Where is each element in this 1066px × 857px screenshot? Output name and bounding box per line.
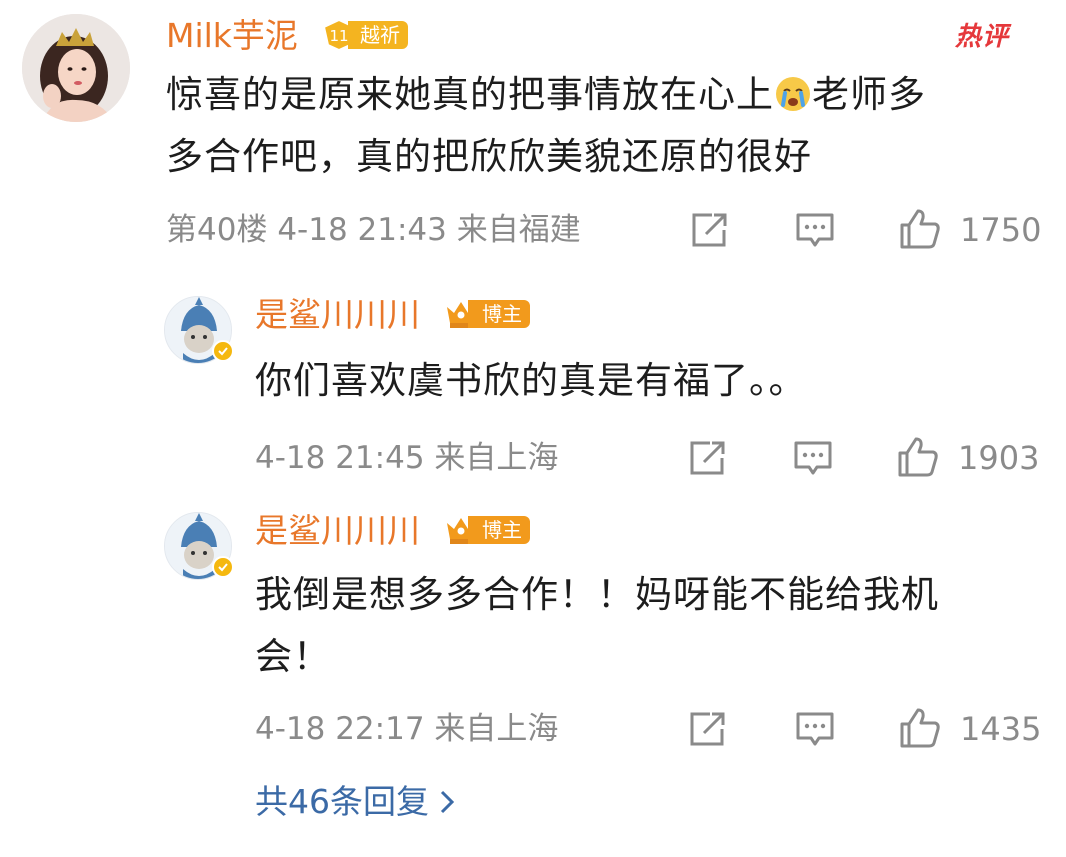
reply-meta: 4-18 21:45 来自上海 bbox=[255, 438, 558, 478]
comment-text-line: 惊喜的是原来她真的把事情放在心上 bbox=[166, 73, 774, 116]
host-badge-label: 博主 bbox=[468, 300, 530, 328]
level-label: 越祈 bbox=[348, 21, 408, 49]
like-icon[interactable] bbox=[896, 436, 938, 477]
avatar[interactable] bbox=[164, 296, 234, 364]
like-count: 1750 bbox=[960, 211, 1042, 249]
reply-text: 我倒是想多多合作！！妈呀能不能给我机 会！ bbox=[255, 564, 1035, 688]
like-icon[interactable] bbox=[898, 707, 940, 748]
like-count: 1903 bbox=[958, 439, 1040, 477]
more-replies-link[interactable]: 共46条回复 bbox=[255, 780, 455, 824]
host-badge: 博主 bbox=[444, 298, 530, 330]
comment-icon[interactable] bbox=[794, 709, 836, 749]
host-badge-label: 博主 bbox=[468, 516, 530, 544]
verified-badge-icon bbox=[212, 556, 234, 578]
location: 来自上海 bbox=[434, 711, 559, 747]
comment-meta: 第40楼 4-18 21:43 来自福建 bbox=[166, 210, 581, 250]
location: 来自福建 bbox=[456, 212, 581, 248]
share-icon[interactable] bbox=[686, 438, 728, 478]
chevron-right-icon bbox=[440, 790, 455, 814]
avatar[interactable] bbox=[164, 512, 234, 580]
username[interactable]: 是鲨川川川 bbox=[255, 295, 420, 335]
hot-comment-tag: 热评 bbox=[955, 22, 1010, 52]
floor-number: 第40楼 bbox=[166, 212, 268, 248]
avatar-portrait-icon bbox=[22, 14, 130, 122]
svg-text:11: 11 bbox=[329, 27, 348, 45]
share-icon[interactable] bbox=[686, 709, 728, 749]
comment-icon[interactable] bbox=[792, 438, 834, 478]
like-icon[interactable] bbox=[898, 208, 940, 249]
more-replies-label: 共46条回复 bbox=[255, 782, 429, 821]
reply-text: 你们喜欢虞书欣的真是有福了。。 bbox=[255, 350, 1035, 412]
avatar[interactable] bbox=[22, 14, 130, 122]
username[interactable]: 是鲨川川川 bbox=[255, 511, 420, 551]
comment-text-line: 多合作吧，真的把欣欣美貌还原的很好 bbox=[166, 135, 812, 178]
comment-text-line: 老师多 bbox=[812, 73, 926, 116]
comment-icon[interactable] bbox=[794, 210, 836, 250]
comment-text: 惊喜的是原来她真的把事情放在心上 老师多 多合作吧，真的把欣欣美貌还原的很好 bbox=[166, 64, 1026, 188]
share-icon[interactable] bbox=[688, 210, 730, 250]
timestamp: 4-18 22:17 bbox=[255, 711, 425, 747]
reply-meta: 4-18 22:17 来自上海 bbox=[255, 709, 558, 749]
reply-text-line: 你们喜欢虞书欣的真是有福了。。 bbox=[255, 359, 807, 402]
timestamp: 4-18 21:43 bbox=[277, 212, 447, 248]
verified-badge-icon bbox=[212, 340, 234, 362]
reply-text-line: 会！ bbox=[255, 635, 331, 678]
crying-face-emoji-icon bbox=[774, 70, 812, 111]
level-badge[interactable]: 11 越祈 bbox=[322, 19, 408, 51]
location: 来自上海 bbox=[434, 440, 559, 476]
username[interactable]: Milk芋泥 bbox=[166, 16, 298, 56]
reply-text-line: 我倒是想多多合作！！妈呀能不能给我机 bbox=[255, 573, 939, 616]
like-count: 1435 bbox=[960, 710, 1042, 748]
host-badge: 博主 bbox=[444, 514, 530, 546]
timestamp: 4-18 21:45 bbox=[255, 440, 425, 476]
